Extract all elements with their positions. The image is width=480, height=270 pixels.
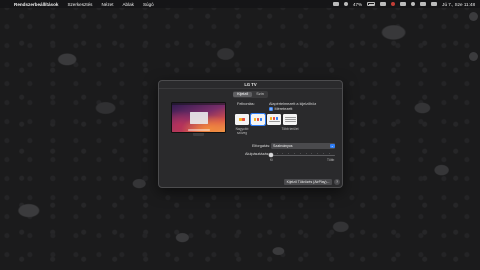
battery-percent: 47% [352, 1, 363, 7]
resolution-thumb-larger-text[interactable] [235, 114, 249, 125]
menu-datetime[interactable]: Jú 7., Sze 11:48 [442, 2, 475, 7]
display-settings-window: LG TV Kijelző Szín Felbontás: Alapértelm… [158, 80, 343, 188]
underscan-slider-ticks [271, 153, 335, 154]
default-for-display-option[interactable]: Alapértelmezett a kijelzőhöz [269, 102, 316, 106]
underscan-slider[interactable] [271, 154, 335, 156]
resolution-thumb-2[interactable] [249, 112, 267, 127]
thumb-app-icon [253, 118, 256, 121]
rotation-value: Szabványos [273, 143, 293, 148]
dropbox-icon[interactable] [332, 2, 339, 6]
thumb-app-icon [242, 118, 245, 121]
rotation-label: Elforgatás: [252, 143, 271, 148]
underscan-min-label: Ki [270, 157, 273, 162]
thumb-app-icon [269, 117, 272, 120]
thumb-app-icon [256, 118, 260, 121]
resolution-label: Felbontás: [237, 102, 255, 106]
menu-bar: Rendszerbeállítások Szerkesztés Nézet Ab… [0, 0, 480, 8]
underscan-max-label: Több [327, 157, 335, 162]
preview-menubar [172, 103, 225, 105]
thumb-app-icon [259, 118, 263, 121]
larger-text-caption: Nagyobb szöveg [235, 127, 249, 135]
tab-display[interactable]: Kijelző [233, 91, 253, 98]
rotation-select[interactable]: Szabványos ⌄ [271, 143, 335, 149]
window-title: LG TV [159, 81, 342, 89]
menu-item-window[interactable]: Ablak [122, 2, 134, 7]
display-icon[interactable] [400, 2, 407, 6]
thumb-text-line [268, 120, 280, 122]
desktop-drive-icon[interactable] [469, 12, 478, 21]
record-icon[interactable] [391, 2, 396, 6]
thumb-text-line [284, 120, 296, 123]
preview-window [190, 112, 208, 124]
battery-icon[interactable] [367, 2, 376, 6]
thumb-text-line [284, 118, 296, 121]
keyboard-input-icon[interactable] [380, 2, 387, 6]
monitor-preview [171, 102, 226, 133]
underscan-slider-knob[interactable] [269, 153, 273, 157]
chevron-updown-icon: ⌄ [330, 143, 335, 148]
desktop-drive-icon[interactable] [469, 52, 478, 61]
help-button[interactable]: ? [334, 179, 340, 185]
status-circle-icon[interactable] [343, 2, 348, 6]
resolution-thumb-more-space[interactable] [283, 114, 297, 125]
menu-item-edit[interactable]: Szerkesztés [67, 2, 92, 7]
underscan-label: Alulpásztázás: [245, 151, 270, 156]
tab-bar: Kijelző Szín [232, 91, 269, 98]
thumb-text-line [284, 116, 296, 119]
search-icon[interactable] [420, 2, 427, 6]
thumb-app-icon [272, 117, 276, 120]
preview-dock [188, 128, 210, 131]
scaled-radio-label: Méretezett [274, 107, 293, 111]
resolution-thumb-3[interactable] [267, 114, 281, 125]
wifi-icon[interactable] [411, 2, 416, 6]
menu-item-help[interactable]: Súgó [143, 2, 154, 7]
scaled-radio[interactable] [269, 107, 273, 111]
menu-app-name[interactable]: Rendszerbeállítások [14, 2, 58, 7]
control-center-icon[interactable] [431, 2, 438, 6]
airplay-mirroring-button[interactable]: Kijelző Tükrözés (AirPlay)... [284, 179, 332, 185]
thumb-app-icon [239, 118, 242, 121]
more-space-caption: Több terület [281, 127, 299, 131]
menu-item-view[interactable]: Nézet [101, 2, 113, 7]
tab-color[interactable]: Szín [252, 92, 268, 98]
monitor-stand [193, 133, 204, 136]
thumb-app-icon [275, 117, 279, 120]
scaled-radio-row[interactable]: Méretezett [269, 107, 292, 111]
